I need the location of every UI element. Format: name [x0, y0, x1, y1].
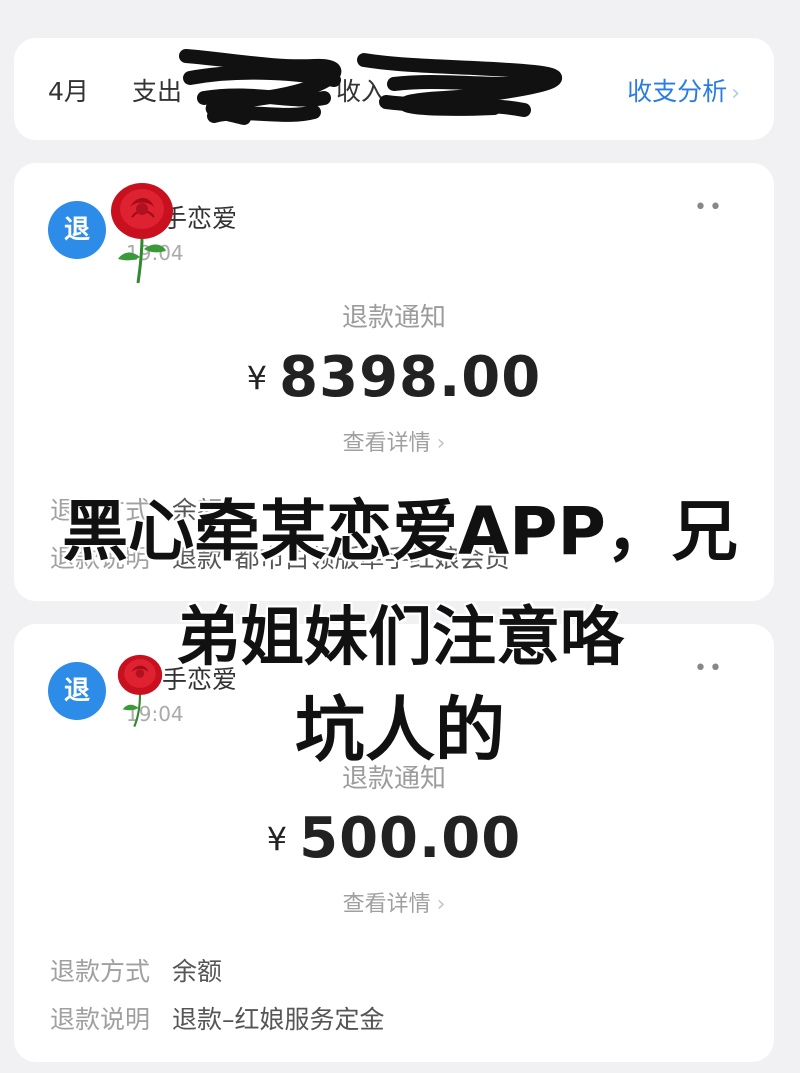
- rose-icon: [111, 183, 173, 284]
- currency-symbol: ¥: [266, 819, 288, 858]
- view-details-label: 查看详情: [342, 892, 431, 917]
- amount-value: 8398.00: [279, 345, 542, 410]
- monthly-summary-card: 4月 支出 收入 收支分析 ›: [14, 38, 774, 140]
- view-details-label: 查看详情: [342, 431, 431, 456]
- refund-method-row: 退款方式 余额: [50, 952, 222, 988]
- notice-title: 退款通知: [341, 303, 446, 333]
- more-dots-icon[interactable]: ••: [694, 195, 724, 220]
- refund-amount: ¥8398.00: [14, 345, 774, 410]
- refund-note-label: 退款说明: [50, 1005, 151, 1034]
- overlay-warning-line-2: 弟姐妹们注意咯: [176, 601, 624, 675]
- view-details-link[interactable]: 查看详情 ›: [14, 425, 774, 457]
- refund-amount: ¥500.00: [14, 806, 774, 871]
- refund-badge-icon: 退: [48, 201, 106, 259]
- refund-note-value: 退款–红娘服务定金: [172, 1005, 385, 1034]
- view-details-link[interactable]: 查看详情 ›: [14, 886, 774, 918]
- overlay-warning-line-3: 坑人的: [295, 689, 505, 771]
- chevron-right-icon: ›: [436, 892, 446, 917]
- refund-method-label: 退款方式: [50, 957, 151, 986]
- chevron-right-icon: ›: [436, 431, 446, 456]
- currency-symbol: ¥: [246, 358, 268, 397]
- redaction-scribble: [179, 49, 562, 125]
- refund-method-value: 余额: [172, 957, 223, 986]
- refund-note-row: 退款说明 退款–红娘服务定金: [50, 1000, 385, 1036]
- amount-value: 500.00: [299, 806, 522, 871]
- overlay-warning-line-1: 黑心牵某恋爱APP，兄: [62, 493, 738, 570]
